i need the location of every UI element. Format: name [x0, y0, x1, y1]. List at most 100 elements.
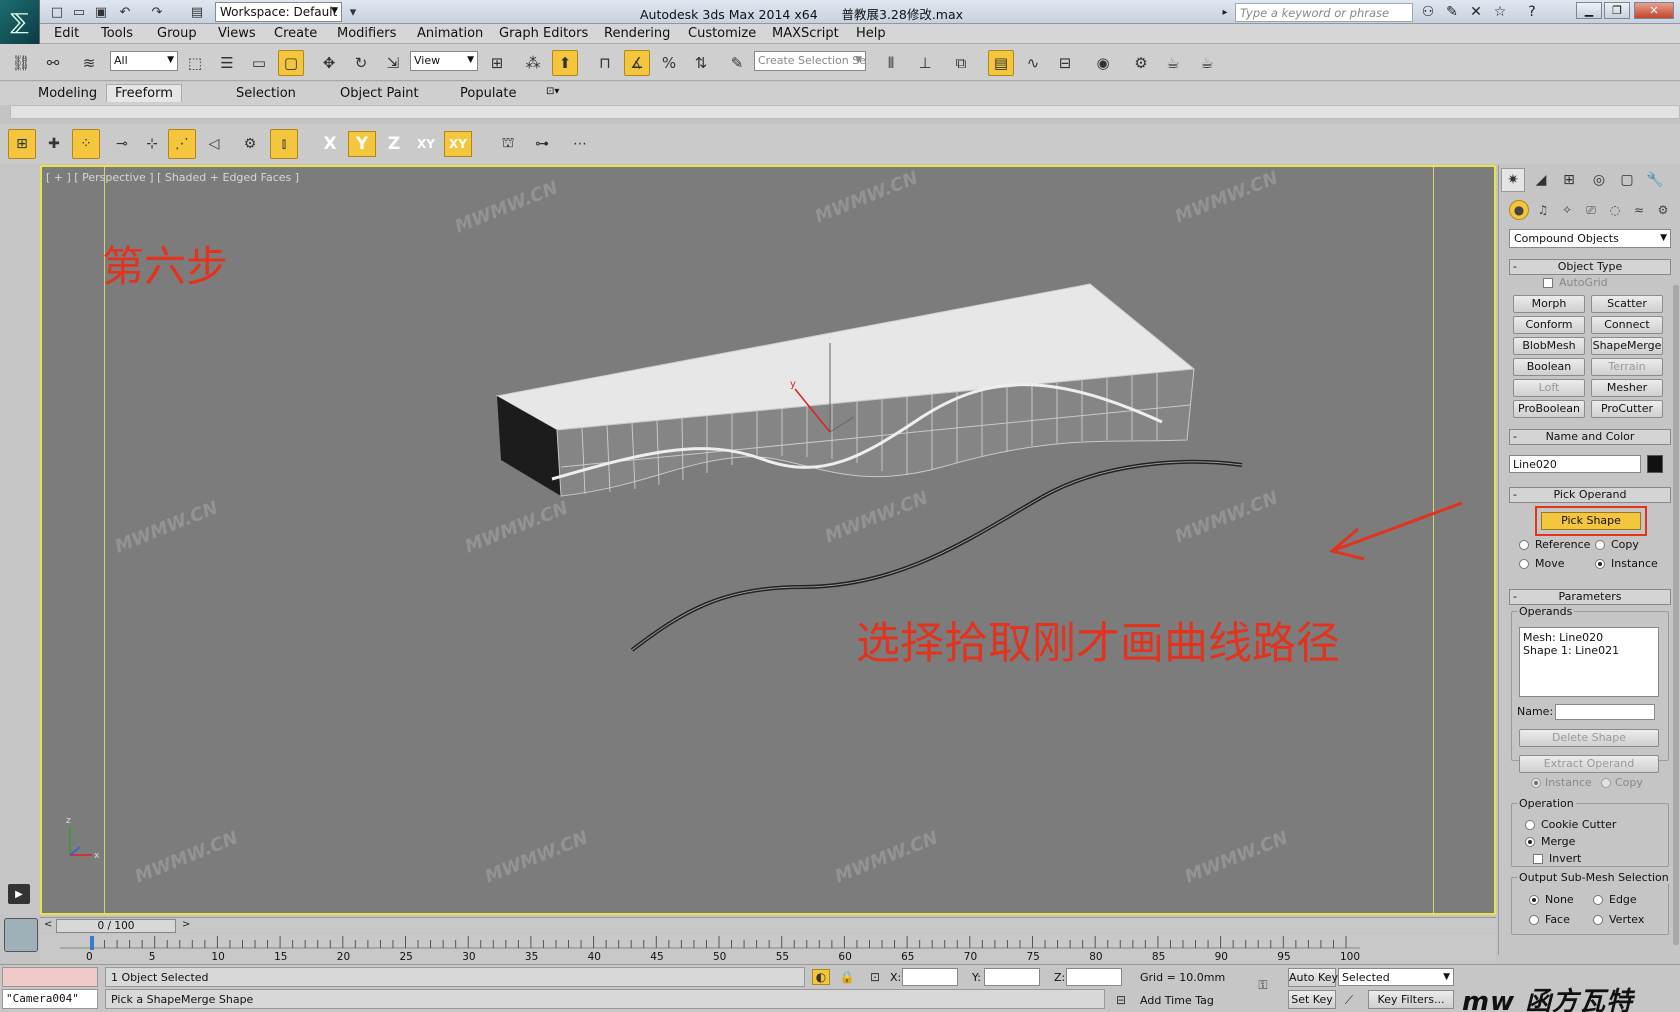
menu-help[interactable]: Help: [856, 26, 886, 41]
modify-tab-icon[interactable]: ◢: [1529, 168, 1553, 192]
set-key-button[interactable]: Set Key: [1288, 990, 1336, 1009]
axis-xy-button[interactable]: XY: [412, 131, 440, 157]
align-icon[interactable]: ⊥: [912, 50, 938, 76]
snap-options-icon[interactable]: ⚙: [236, 129, 264, 159]
workspace-dropdown[interactable]: Workspace: Default ▼: [215, 2, 342, 22]
motion-tab-icon[interactable]: ◎: [1587, 168, 1611, 192]
axis-y-button[interactable]: Y: [348, 131, 376, 157]
window-crossing-icon[interactable]: ▢: [278, 50, 304, 76]
material-editor-icon[interactable]: ◉: [1090, 50, 1116, 76]
manipulate-icon[interactable]: ⁂: [520, 50, 546, 76]
link-icon[interactable]: ⛓: [8, 50, 34, 76]
merge-radio[interactable]: [1525, 837, 1535, 847]
rollout-parameters[interactable]: - Parameters: [1509, 589, 1671, 605]
set-key-mode-icon[interactable]: ⚿: [1248, 977, 1278, 993]
tab-selection[interactable]: Selection: [228, 85, 304, 102]
menu-rendering[interactable]: Rendering: [604, 26, 670, 41]
play-icon[interactable]: ▶: [8, 884, 30, 904]
output-none-radio[interactable]: [1529, 895, 1539, 905]
pick-shape-button[interactable]: Pick Shape: [1541, 512, 1641, 530]
selection-filter-dropdown[interactable]: All ▼: [110, 51, 178, 71]
rendered-frame-icon[interactable]: ☕: [1160, 50, 1186, 76]
time-prev-arrow-icon[interactable]: <: [44, 919, 52, 930]
loft-button[interactable]: Loft: [1513, 379, 1585, 397]
snap-grid-points-icon[interactable]: ⊞: [8, 129, 36, 159]
save-icon[interactable]: ▣: [92, 3, 110, 21]
render-setup-icon[interactable]: ⚙: [1128, 50, 1154, 76]
snap-edge-icon[interactable]: ⋰: [168, 129, 196, 159]
utilities-tab-icon[interactable]: 🔧: [1643, 168, 1667, 192]
cameras-icon[interactable]: ⎚: [1581, 200, 1601, 220]
subscription-icon[interactable]: ✎: [1442, 3, 1462, 21]
schematic-view-icon[interactable]: ⊟: [1052, 50, 1078, 76]
autogrid-checkbox[interactable]: [1543, 278, 1553, 288]
maxscript-mini-input[interactable]: "Camera004": [2, 989, 98, 1009]
pick-instance-radio[interactable]: [1595, 559, 1605, 569]
select-by-name-icon[interactable]: ☰: [214, 50, 240, 76]
menu-create[interactable]: Create: [274, 26, 317, 41]
helpers-icon[interactable]: ◌: [1605, 200, 1625, 220]
boolean-button[interactable]: Boolean: [1513, 358, 1585, 376]
move-icon[interactable]: ✥: [316, 50, 342, 76]
close-button[interactable]: ✕: [1634, 2, 1674, 19]
snap-constraint-icon[interactable]: ⫾: [270, 129, 298, 159]
edit-named-selection-icon[interactable]: ✎: [724, 50, 750, 76]
hierarchy-tab-icon[interactable]: ⊞: [1557, 168, 1581, 192]
pick-move-radio[interactable]: [1519, 559, 1529, 569]
array-tools-icon[interactable]: ⊶: [528, 129, 556, 159]
z-coord-input[interactable]: [1066, 968, 1122, 986]
spinner-snap-icon[interactable]: ⇅: [688, 50, 714, 76]
pick-copy-radio[interactable]: [1595, 540, 1605, 550]
object-color-swatch[interactable]: [1647, 455, 1663, 473]
cookie-cutter-radio[interactable]: [1525, 820, 1535, 830]
proboolean-button[interactable]: ProBoolean: [1513, 400, 1585, 418]
shapes-icon[interactable]: ♫: [1533, 200, 1553, 220]
axis-xy-cycle-button[interactable]: XY: [444, 131, 472, 157]
menu-maxscript[interactable]: MAXScript: [772, 26, 839, 41]
rect-selection-region-icon[interactable]: ▭: [246, 50, 272, 76]
tab-populate[interactable]: Populate: [452, 85, 525, 102]
redo-icon[interactable]: ↷: [148, 3, 166, 21]
communication-center-icon[interactable]: ✕: [1466, 3, 1486, 21]
curve-editor-icon[interactable]: ∿: [1020, 50, 1046, 76]
tab-freeform[interactable]: Freeform: [106, 84, 182, 102]
current-frame-marker[interactable]: [90, 936, 94, 950]
snap-midpoint-icon[interactable]: ⊹: [138, 129, 166, 159]
favorites-star-icon[interactable]: ☆: [1490, 3, 1510, 21]
object-category-dropdown[interactable]: Compound Objects ▼: [1509, 229, 1671, 248]
reference-coord-dropdown[interactable]: View ▼: [410, 51, 478, 71]
bind-space-warp-icon[interactable]: ≋: [76, 50, 102, 76]
viewport-label[interactable]: [ + ] [ Perspective ] [ Shaded + Edged F…: [46, 171, 299, 184]
extract-operand-button[interactable]: Extract Operand: [1519, 755, 1659, 773]
key-selection-dropdown[interactable]: Selected ▼: [1338, 968, 1454, 986]
select-object-icon[interactable]: ⬚: [182, 50, 208, 76]
snap-vertex-icon[interactable]: ⁘: [72, 129, 100, 159]
measure-icon[interactable]: ⋯: [566, 129, 594, 159]
percent-snap-icon[interactable]: %: [656, 50, 682, 76]
search-input[interactable]: Type a keyword or phrase: [1235, 3, 1413, 22]
time-next-arrow-icon[interactable]: >: [182, 919, 190, 930]
menu-group[interactable]: Group: [157, 26, 197, 41]
isolate-selection-icon[interactable]: ◐: [812, 969, 830, 985]
snap-endpoint-icon[interactable]: ⊸: [108, 129, 136, 159]
undo-icon[interactable]: ↶: [116, 3, 134, 21]
spacewarps-icon[interactable]: ≈: [1629, 200, 1649, 220]
operand-name-input[interactable]: [1555, 704, 1655, 720]
angle-snap-icon[interactable]: ∡: [624, 50, 650, 76]
qa-customize-icon[interactable]: ▾: [344, 3, 362, 21]
rotate-icon[interactable]: ↻: [348, 50, 374, 76]
time-slider[interactable]: < 0 / 100 >: [40, 917, 1496, 933]
add-time-tag-button[interactable]: Add Time Tag: [1140, 994, 1214, 1007]
track-bar[interactable]: 0 5 10 15 20 25 30 35 40 45 50 55 60 65 70 75 80 85 90 95 10…: [40, 934, 1496, 964]
menu-views[interactable]: Views: [218, 26, 256, 41]
procutter-button[interactable]: ProCutter: [1591, 400, 1663, 418]
rollout-name-and-color[interactable]: - Name and Color: [1509, 429, 1671, 445]
display-tab-icon[interactable]: ▢: [1615, 168, 1639, 192]
help-icon[interactable]: ?: [1522, 3, 1542, 21]
search-expand-icon[interactable]: ▸: [1215, 3, 1235, 21]
invert-checkbox[interactable]: [1533, 854, 1543, 864]
ribbon-options-icon[interactable]: ⊡▾: [538, 85, 567, 98]
lights-icon[interactable]: ✧: [1557, 200, 1577, 220]
menu-animation[interactable]: Animation: [417, 26, 483, 41]
operands-list[interactable]: Mesh: Line020 Shape 1: Line021: [1519, 627, 1659, 697]
